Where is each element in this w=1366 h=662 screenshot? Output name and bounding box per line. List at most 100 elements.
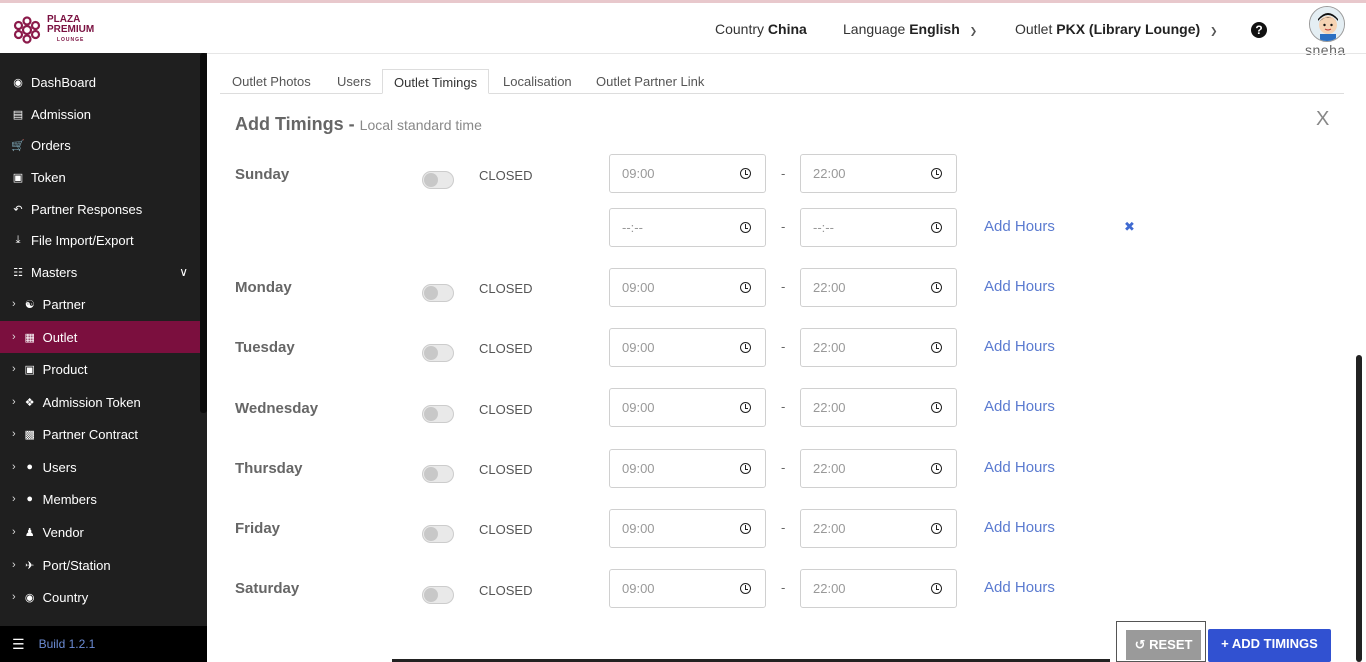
add-hours-link-thursday[interactable]: Add Hours [984,459,1055,476]
sidebar-item-partner[interactable]: › ☯ Partner [0,288,200,320]
avatar[interactable] [1309,6,1345,42]
close-time-value: 22:00 [813,166,846,181]
chevron-right-icon: › [12,559,16,571]
id-card-icon: ▤ [12,108,24,121]
add-hours-link-wednesday[interactable]: Add Hours [984,398,1055,415]
close-time-input-friday[interactable]: 22:00 [800,509,957,548]
close-time-value: 22:00 [813,280,846,295]
tab-users[interactable]: Users [326,69,382,94]
closed-label: CLOSED [479,341,533,356]
document-icon: ▣ [12,171,24,184]
time-separator: - [781,219,786,234]
sidebar-item-token[interactable]: ▣ Token [0,161,200,193]
open-time-input-sunday[interactable]: 09:00 [609,154,766,193]
clock-icon [931,342,942,353]
sidebar-item-admission[interactable]: ▤ Admission [0,98,200,130]
remove-hours-icon[interactable]: ✖ [1124,219,1135,235]
sidebar-item-label: Vendor [42,524,84,540]
username: sneha [1305,42,1346,58]
build-bar: ☰ Build 1.2.1 [0,626,207,662]
time-separator: - [781,339,786,354]
sidebar-item-vendor[interactable]: › ♟ Vendor [0,516,200,548]
sidebar-item-label: Partner Contract [42,426,139,442]
sidebar-item-partner-responses[interactable]: ↶ Partner Responses [0,193,200,225]
sidebar-scrollbar[interactable] [200,53,207,413]
extra-open-time-input-sunday[interactable]: --:-- [609,208,766,247]
close-time-input-monday[interactable]: 22:00 [800,268,957,307]
sidebar-item-country[interactable]: › ◉ Country [0,581,200,613]
reset-icon: ↺ [1134,637,1146,652]
closed-toggle-thursday[interactable] [422,465,454,483]
open-time-input-thursday[interactable]: 09:00 [609,449,766,488]
open-time-input-tuesday[interactable]: 09:00 [609,328,766,367]
sidebar-item-label: Members [42,491,97,507]
day-label-wednesday: Wednesday [235,400,319,417]
title-subtitle: Local standard time [359,117,482,133]
day-label-monday: Monday [235,279,292,296]
open-time-input-saturday[interactable]: 09:00 [609,569,766,608]
close-time-input-sunday[interactable]: 22:00 [800,154,957,193]
add-hours-link-friday[interactable]: Add Hours [984,519,1055,536]
outlet-selector[interactable]: Outlet PKX (Library Lounge) ❯ [1015,21,1218,37]
closed-label: CLOSED [479,583,533,598]
sidebar-item-members[interactable]: › ● Members [0,483,200,515]
close-time-input-tuesday[interactable]: 22:00 [800,328,957,367]
sidebar-item-label: Outlet [42,329,78,345]
build-version: Build 1.2.1 [38,637,96,651]
close-time-input-saturday[interactable]: 22:00 [800,569,957,608]
day-label-saturday: Saturday [235,580,300,597]
main-scrollbar[interactable] [1356,355,1362,662]
sidebar-item-outlet[interactable]: › ▦ Outlet [0,321,200,353]
add-hours-link-saturday[interactable]: Add Hours [984,579,1055,596]
tab-localisation[interactable]: Localisation [492,69,583,94]
add-hours-link-monday[interactable]: Add Hours [984,278,1055,295]
closed-toggle-monday[interactable] [422,284,454,302]
sidebar-item-partner-contract[interactable]: › ▩ Partner Contract [0,418,200,450]
closed-toggle-tuesday[interactable] [422,344,454,362]
sidebar-item-product[interactable]: › ▣ Product [0,353,200,385]
sidebar-item-label: Admission [31,106,91,122]
add-timings-button[interactable]: + ADD TIMINGS [1208,629,1331,662]
closed-label: CLOSED [479,168,533,183]
open-time-input-wednesday[interactable]: 09:00 [609,388,766,427]
help-icon[interactable]: ? [1251,22,1267,38]
sidebar: ◉ DashBoard ▤ Admission 🛒 Orders ▣ Token… [0,53,207,662]
country-selector[interactable]: Country China [715,21,807,37]
add-hours-link-sunday[interactable]: Add Hours [984,218,1055,235]
add-hours-link-tuesday[interactable]: Add Hours [984,338,1055,355]
close-button[interactable]: X [1316,108,1329,131]
open-time-input-friday[interactable]: 09:00 [609,509,766,548]
clock-icon [740,282,751,293]
plaza-premium-logo[interactable]: PLAZA PREMIUM LOUNGE [12,15,94,45]
sidebar-item-file-import-export[interactable]: ⤓ File Import/Export [0,224,200,256]
close-time-input-thursday[interactable]: 22:00 [800,449,957,488]
hamburger-menu-icon[interactable]: ☰ [12,636,25,653]
users-icon: ● [26,493,33,505]
tab-outlet-timings[interactable]: Outlet Timings [382,69,490,94]
sidebar-item-masters[interactable]: ☷ Masters ∨ [0,256,200,288]
extra-close-time-input-sunday[interactable]: --:-- [800,208,957,247]
chevron-right-icon: › [12,493,16,505]
language-selector[interactable]: Language English ❯ [843,21,977,37]
sidebar-item-users[interactable]: › ● Users [0,451,200,483]
close-time-input-wednesday[interactable]: 22:00 [800,388,957,427]
tab-outlet-photos[interactable]: Outlet Photos [221,69,322,94]
day-label-friday: Friday [235,520,281,537]
day-label-thursday: Thursday [235,460,303,477]
sidebar-item-dashboard[interactable]: ◉ DashBoard [0,66,200,98]
plus-icon: + [1221,636,1229,651]
close-time-value: 22:00 [813,340,846,355]
closed-toggle-wednesday[interactable] [422,405,454,423]
closed-toggle-friday[interactable] [422,525,454,543]
chevron-down-icon: ∨ [179,265,188,279]
reset-button[interactable]: ↺ RESET [1126,630,1201,660]
sidebar-item-port-station[interactable]: › ✈ Port/Station [0,549,200,581]
close-time-value: 22:00 [813,521,846,536]
open-time-input-monday[interactable]: 09:00 [609,268,766,307]
closed-toggle-sunday[interactable] [422,171,454,189]
sidebar-item-orders[interactable]: 🛒 Orders [0,129,200,161]
closed-toggle-saturday[interactable] [422,586,454,604]
sidebar-item-admission-token[interactable]: › ❖ Admission Token [0,386,200,418]
closed-label: CLOSED [479,522,533,537]
tab-outlet-partner-link[interactable]: Outlet Partner Link [585,69,715,94]
